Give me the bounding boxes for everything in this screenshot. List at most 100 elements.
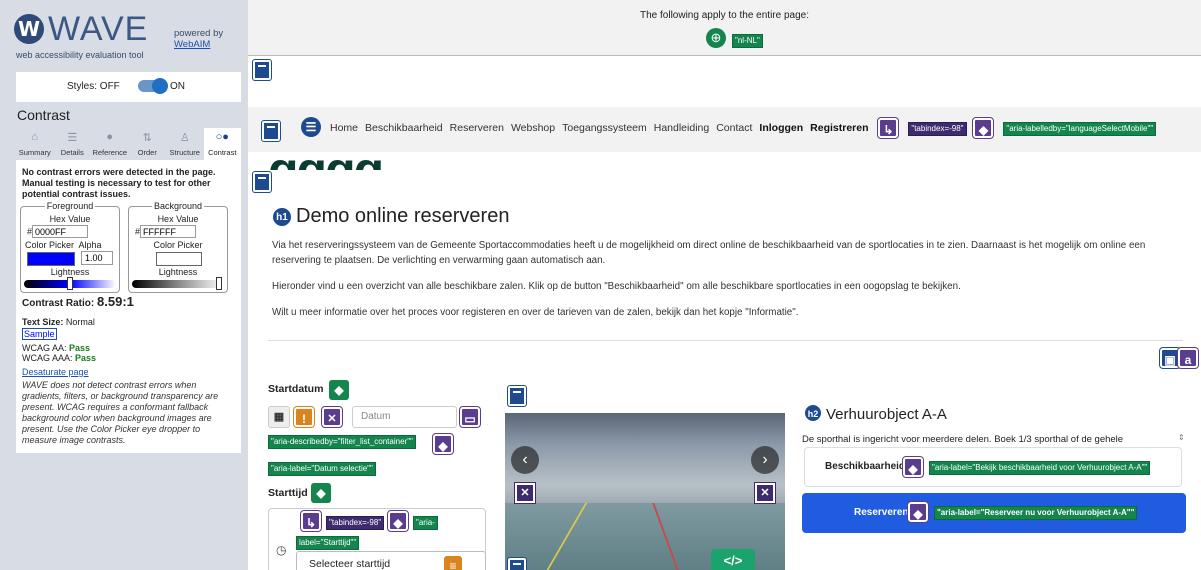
wave-subtitle: web accessibility evaluation tool <box>16 50 144 60</box>
sporthal-photo: ‹ › ✕ ✕ </> <box>505 413 785 570</box>
contrast-panel: No contrast errors were detected in the … <box>16 160 241 453</box>
bg-lightness-label: Lightness <box>158 267 198 277</box>
datum-label-tag: "aria-label="Datum selectie"" <box>268 462 376 476</box>
tabindex-tag: "tabindex=-98" <box>908 121 967 136</box>
tab-order[interactable]: ⇅ Order <box>129 128 167 160</box>
datum-filter: ▦ ! ✕ Datum ▭ <box>268 406 481 428</box>
reserveren-label: Reserveren <box>854 507 909 518</box>
aria-tag-icon-4[interactable]: ◆ <box>902 456 924 478</box>
tab-contrast[interactable]: ○● Contrast <box>203 128 241 160</box>
aria-tag-icon-2[interactable]: ◆ <box>432 433 454 455</box>
tab-details[interactable]: ☰ Details <box>54 128 92 160</box>
bg-picker-label: Color Picker <box>153 240 203 250</box>
object-heading: h2 Verhuurobject A-A <box>804 404 947 423</box>
carousel-region-icon[interactable] <box>507 385 527 407</box>
alert-icon[interactable]: ! <box>293 406 315 428</box>
h2-badge-icon[interactable]: h2 <box>804 404 822 422</box>
beschikbaarheid-tag: "aria-label="Bekijk beschikbaarheid voor… <box>929 461 1151 475</box>
x-icon[interactable]: ✕ <box>321 406 343 428</box>
home-icon: ⌂ <box>31 131 39 143</box>
sample-text: Sample <box>22 328 57 340</box>
code-icon[interactable]: </> <box>711 549 755 570</box>
page-title: h1 Demo online reserveren <box>272 205 509 228</box>
site-logo-partial: ɑɑɑɑ <box>268 142 383 170</box>
divider <box>268 340 1183 341</box>
fg-alpha-label: Alpha <box>78 240 102 250</box>
h1-badge-icon[interactable]: h1 <box>272 207 292 227</box>
aria-tag-icon-3[interactable]: ◆ <box>387 510 409 532</box>
styles-toggle[interactable] <box>138 78 168 94</box>
x-icon-left[interactable]: ✕ <box>514 482 536 504</box>
fg-alpha-input[interactable] <box>81 251 113 265</box>
nav-reserveren[interactable]: Reserveren <box>450 122 504 134</box>
info-icon: ● <box>106 131 114 143</box>
nav-webshop[interactable]: Webshop <box>511 122 555 134</box>
clock-icon: ◷ <box>276 543 287 557</box>
background-box: Background Hex Value # Color Picker Ligh… <box>128 201 228 293</box>
describedby-tag: "aria-describedby="filter_list_container… <box>268 435 416 449</box>
site-nav: ☰ Home Beschikbaarheid Reserveren Webshop To… <box>248 107 1201 152</box>
bg-hex-input[interactable] <box>140 225 197 238</box>
contrast-icon: ○● <box>215 131 229 143</box>
scroll-arrows-icon[interactable]: ⇕ <box>1178 433 1185 442</box>
region-icon[interactable] <box>252 59 272 81</box>
styles-on-label: ON <box>170 81 185 92</box>
aria-start-tag: "aria- <box>413 516 438 530</box>
carousel-next-icon[interactable]: › <box>751 446 779 474</box>
aria-tag-icon-5[interactable]: ◆ <box>907 501 929 523</box>
fg-lightness-slider[interactable] <box>24 277 116 290</box>
desaturate-link[interactable]: Desaturate page <box>22 367 89 378</box>
globe-icon[interactable]: ⊕ <box>706 28 726 48</box>
contrast-note: WAVE does not detect contrast errors whe… <box>22 380 219 445</box>
text-size: Text Size: Normal <box>22 317 95 327</box>
floating-region-icon[interactable]: ▣ <box>1159 347 1181 369</box>
floating-lang-icon[interactable]: a <box>1177 347 1199 369</box>
aria-tag-icon-starttijd[interactable]: ◆ <box>311 483 331 503</box>
nav-toegangssysteem[interactable]: Toegangssysteem <box>562 122 647 134</box>
tabindex-icon[interactable]: ↳ <box>877 117 900 139</box>
nav-items: Home Beschikbaarheid Reserveren Webshop Toeg… <box>330 117 1163 139</box>
region-icon-2[interactable] <box>252 171 272 193</box>
comment-icon[interactable]: ▭ <box>459 406 481 428</box>
nav-inloggen[interactable]: Inloggen <box>759 122 803 134</box>
fg-lightness-knob[interactable] <box>67 277 73 290</box>
webaim-link[interactable]: WebAIM <box>174 39 210 50</box>
contrast-ratio: Contrast Ratio: 8.59:1 <box>22 294 134 309</box>
tab-summary[interactable]: ⌂ Summary <box>16 128 54 160</box>
bg-lightness-slider[interactable] <box>132 277 224 290</box>
structure-icon: ♙ <box>179 132 190 144</box>
evaluated-page: The following apply to the entire page: … <box>248 0 1201 570</box>
x-icon-right[interactable]: ✕ <box>754 482 776 504</box>
panel-title: Contrast <box>17 107 70 123</box>
carousel-prev-icon[interactable]: ‹ <box>511 446 539 474</box>
wcag-aaa: WCAG AAA: Pass <box>22 353 97 363</box>
aria-tag-icon[interactable]: ◆ <box>972 117 995 139</box>
aria-tag-icon-startdatum[interactable]: ◆ <box>329 380 349 400</box>
nav-registreren[interactable]: Registreren <box>810 122 868 134</box>
tabindex-icon-2[interactable]: ↳ <box>300 510 322 532</box>
fg-hex-label: Hex Value <box>49 214 91 224</box>
nav-handleiding[interactable]: Handleiding <box>654 122 709 134</box>
wave-header: W WAVE web accessibility evaluation tool… <box>0 0 248 66</box>
startdatum-label: Startdatum <box>268 383 324 395</box>
datum-input[interactable]: Datum <box>352 406 457 428</box>
warning-icon[interactable]: ≡ <box>444 556 462 570</box>
object-description: De sporthal is ingericht voor meerdere d… <box>802 434 1124 445</box>
calendar-icon[interactable]: ▦ <box>268 406 290 428</box>
tab-reference[interactable]: ● Reference <box>91 128 129 160</box>
fg-color-picker[interactable] <box>27 252 75 266</box>
beschikbaarheid-card: Beschikbaarheid ◆ "aria-label="Bekijk be… <box>804 447 1182 487</box>
carousel-region-icon-2[interactable] <box>507 557 527 570</box>
intro-paragraph-3: Wilt u meer informatie over het proces v… <box>272 307 799 318</box>
tab-structure[interactable]: ♙ Structure <box>166 128 204 160</box>
bg-color-picker[interactable] <box>156 252 202 266</box>
intro-paragraph-1: Via het reserveringssysteem van de Gemee… <box>272 240 1146 266</box>
beschikbaarheid-button[interactable]: Beschikbaarheid <box>825 461 905 472</box>
fg-picker-label: Color Picker Alpha <box>25 240 102 250</box>
fg-hex-input[interactable] <box>32 225 89 238</box>
styles-label: Styles: OFF <box>67 81 120 92</box>
bg-lightness-knob[interactable] <box>216 277 222 290</box>
nav-contact[interactable]: Contact <box>716 122 752 134</box>
background-legend: Background <box>151 201 205 211</box>
reserveren-button[interactable]: Reserveren ◆ "aria-label="Reserveer nu v… <box>802 493 1186 533</box>
